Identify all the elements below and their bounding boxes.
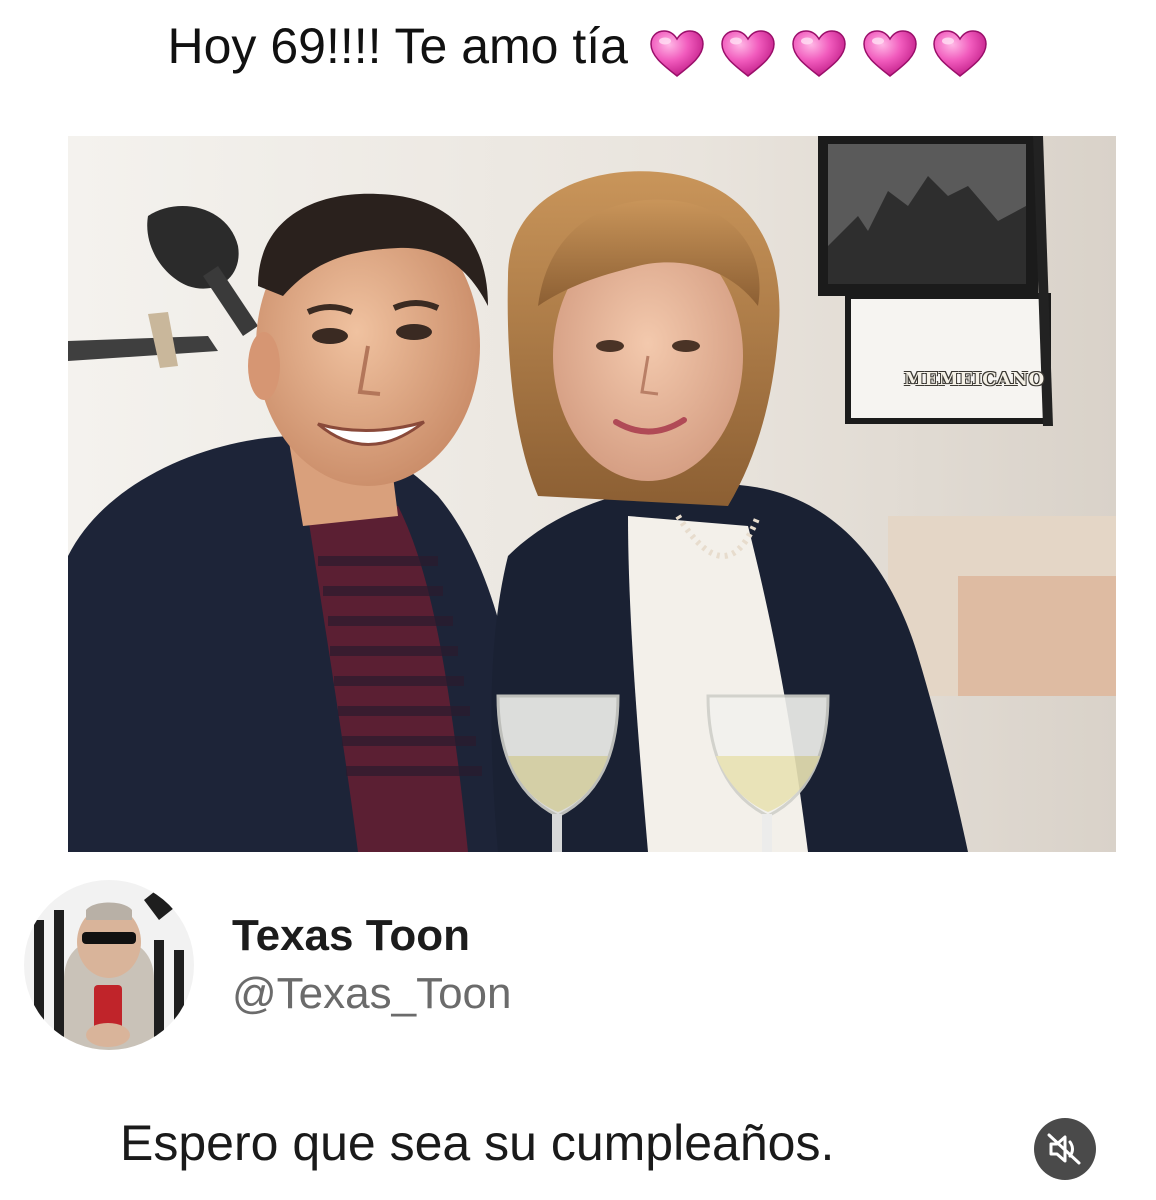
pink-heart-icon	[650, 29, 704, 77]
caption-text: Hoy 69!!!! Te amo tía	[167, 18, 628, 74]
avatar[interactable]	[24, 880, 194, 1050]
meme-caption: Hoy 69!!!! Te amo tía	[0, 14, 1156, 82]
avatar-illustration	[24, 880, 194, 1050]
pink-heart-icon	[933, 29, 988, 77]
volume-muted-icon	[1047, 1133, 1081, 1165]
mute-button[interactable]	[1034, 1118, 1096, 1180]
author-name[interactable]: Texas Toon	[232, 910, 470, 962]
pink-heart-icon	[791, 29, 846, 77]
author-handle[interactable]: @Texas_Toon	[232, 968, 512, 1020]
tweet-text: Espero que sea su cumpleaños.	[120, 1115, 835, 1171]
watermark-text: MEMEICANO	[904, 369, 1045, 390]
hearts-row	[648, 18, 989, 82]
selfie-photo: MEMEICANO	[68, 136, 1116, 852]
selfie-illustration	[68, 136, 1116, 852]
pink-heart-icon	[862, 29, 917, 77]
pink-heart-icon	[721, 29, 775, 77]
